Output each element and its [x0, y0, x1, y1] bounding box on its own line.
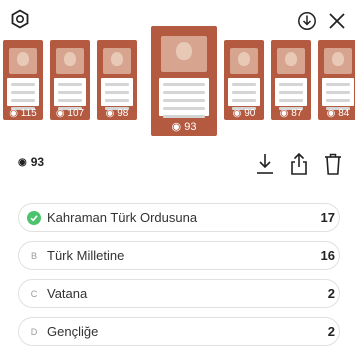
answer-letter: C — [30, 288, 38, 299]
thumbnail-view-count: ◉ 84 — [326, 108, 350, 119]
answer-card-preview — [228, 78, 260, 110]
thumbnail-view-count: ◉ 93 — [171, 121, 197, 133]
answer-count: 17 — [320, 210, 335, 225]
answer-card-preview — [101, 78, 133, 110]
thumbnail-strip[interactable]: ◉ 115 ◉ 107 ◉ 98 ◉ 93 ◉ 90 ◉ 87 ◉ 84 — [0, 26, 355, 138]
answer-option[interactable]: C Vatana 2 — [18, 279, 340, 308]
share-icon[interactable] — [288, 151, 310, 177]
check-icon — [27, 210, 41, 225]
portrait-image — [103, 48, 131, 74]
answer-text: Gençliğe — [47, 324, 99, 339]
thumbnail[interactable]: ◉ 98 — [97, 40, 137, 120]
thumbnail[interactable]: ◉ 115 — [3, 40, 43, 120]
answer-letter: D — [30, 326, 38, 337]
portrait-image — [161, 36, 207, 72]
answer-count: 2 — [327, 324, 335, 339]
view-count-value: 93 — [30, 155, 45, 169]
answer-option-correct[interactable]: Kahraman Türk Ordusuna 17 — [18, 203, 340, 232]
thumbnail[interactable]: ◉ 90 — [224, 40, 264, 120]
download-icon[interactable] — [254, 152, 276, 176]
thumbnail-view-count: ◉ 87 — [279, 108, 303, 119]
answer-card-preview — [54, 78, 86, 110]
answer-card-preview — [7, 78, 39, 110]
thumbnail-view-count: ◉ 98 — [105, 108, 129, 119]
answer-text: Vatana — [47, 286, 88, 301]
thumbnail-view-count: ◉ 90 — [232, 108, 256, 119]
thumbnail[interactable]: ◉ 84 — [318, 40, 355, 120]
thumbnail[interactable]: ◉ 107 — [50, 40, 90, 120]
thumbnail-selected[interactable]: ◉ 93 — [151, 26, 217, 136]
thumbnail-view-count: ◉ 107 — [55, 108, 85, 119]
answer-count: 16 — [320, 248, 335, 263]
thumbnail-view-count: ◉ 115 — [9, 108, 37, 119]
eye-icon: ◉ — [18, 156, 27, 168]
answer-card-preview — [322, 78, 354, 110]
answer-text: Kahraman Türk Ordusuna — [47, 210, 198, 225]
view-count: ◉ 93 — [18, 155, 44, 169]
portrait-image — [9, 48, 37, 74]
portrait-image — [230, 48, 258, 74]
answer-card-preview — [159, 78, 209, 118]
answer-text: Türk Milletine — [47, 248, 125, 263]
portrait-image — [56, 48, 84, 74]
answer-option[interactable]: D Gençliğe 2 — [18, 317, 340, 346]
trash-icon[interactable] — [322, 151, 344, 177]
answer-card-preview — [275, 78, 307, 110]
answer-letter: B — [30, 250, 37, 261]
answer-option[interactable]: B Türk Milletine 16 — [18, 241, 340, 270]
answer-list: Kahraman Türk Ordusuna 17 B Türk Milleti… — [18, 203, 340, 350]
stats-bar: ◉ 93 — [0, 146, 355, 182]
thumbnail[interactable]: ◉ 87 — [271, 40, 311, 120]
portrait-image — [324, 48, 352, 74]
answer-count: 2 — [327, 286, 335, 301]
portrait-image — [277, 48, 305, 74]
